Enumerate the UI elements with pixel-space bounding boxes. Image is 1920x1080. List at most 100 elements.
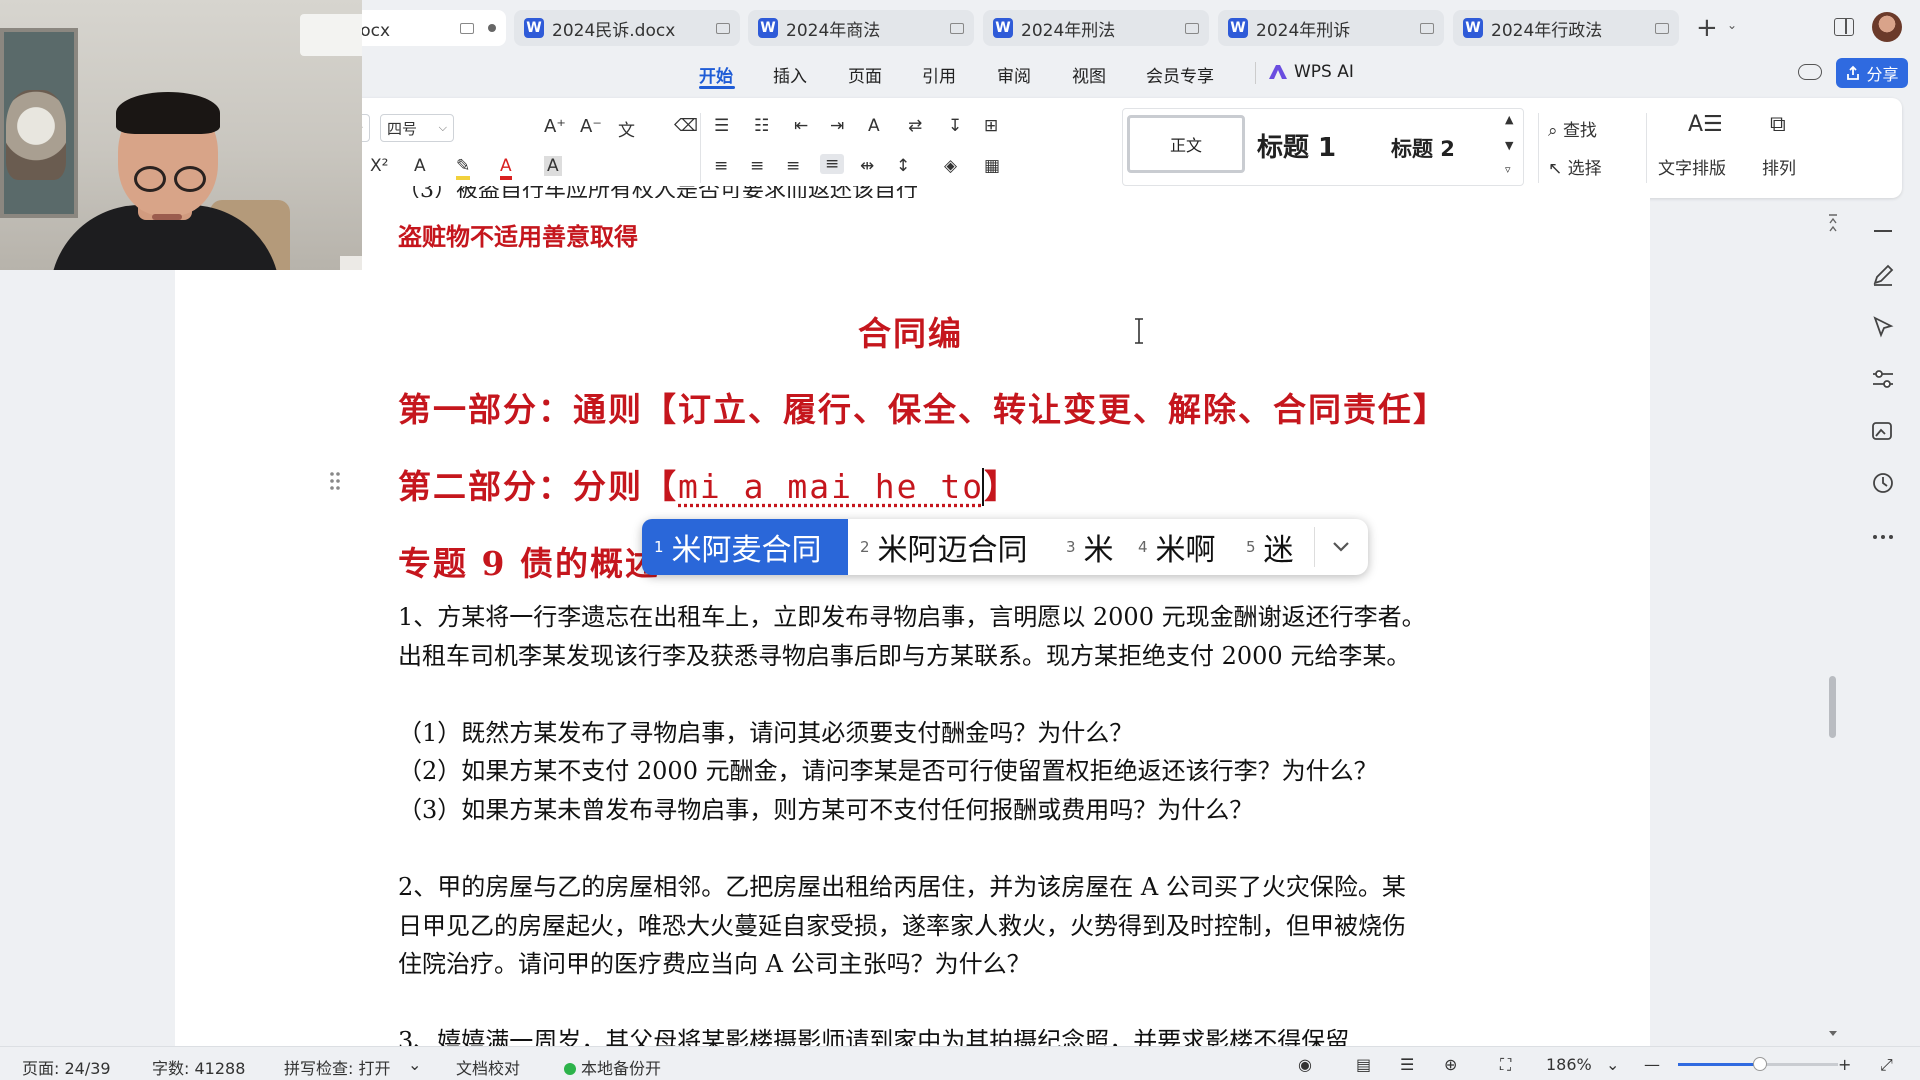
page-indicator[interactable]: 页面: 24/39: [22, 1055, 111, 1079]
ime-candidate-4[interactable]: 4 米啊: [1138, 519, 1216, 575]
borders-icon[interactable]: ▦: [984, 156, 1000, 176]
history-icon[interactable]: [1870, 470, 1896, 496]
tab-xingzhengfa[interactable]: W 2024年行政法: [1453, 10, 1679, 46]
style-more-icon[interactable]: ▿: [1505, 163, 1511, 176]
settings-sliders-icon[interactable]: [1870, 366, 1896, 392]
outline-view-icon[interactable]: ☰: [1400, 1055, 1414, 1074]
wps-ai-icon: [1269, 65, 1287, 79]
part2-heading[interactable]: 第二部分：分则【mi a mai he to】: [398, 460, 1019, 508]
scrollbar-thumb[interactable]: [1829, 676, 1836, 738]
grow-font-icon[interactable]: A⁺: [544, 116, 566, 137]
zoom-slider-knob[interactable]: [1752, 1057, 1767, 1071]
decrease-indent-icon[interactable]: ⇤: [794, 116, 808, 136]
bullet-list-icon[interactable]: ☰: [714, 116, 729, 136]
drag-handle-icon[interactable]: [329, 470, 341, 492]
tab-xingfa[interactable]: W 2024年刑法: [983, 10, 1209, 46]
pen-icon[interactable]: [1870, 262, 1896, 288]
column-border-icon[interactable]: ⊞: [984, 116, 998, 136]
menu-member[interactable]: 会员专享: [1146, 62, 1214, 87]
font-size-select[interactable]: 四号 ⌵: [380, 114, 454, 142]
justify-icon[interactable]: ≡: [820, 154, 845, 174]
chevron-down-icon[interactable]: ⌄: [408, 1055, 421, 1074]
text-effect-icon[interactable]: A: [414, 156, 426, 176]
webcam-person-mouth: [152, 214, 182, 220]
cloud-icon[interactable]: [1798, 64, 1822, 80]
menu-review[interactable]: 审阅: [997, 62, 1031, 87]
style-heading-1[interactable]: 标题 1: [1257, 127, 1336, 164]
sidebar-toggle-icon[interactable]: [1834, 18, 1854, 36]
ime-candidate-5[interactable]: 5 迷: [1246, 519, 1294, 575]
ime-candidate-3[interactable]: 3 米: [1066, 519, 1114, 575]
zoom-out-icon[interactable]: —: [1644, 1055, 1660, 1074]
ime-candidate-1[interactable]: 1 米阿麦合同: [642, 519, 848, 575]
shrink-font-icon[interactable]: A⁻: [580, 116, 602, 137]
pointer-icon[interactable]: [1870, 314, 1896, 340]
shading-icon[interactable]: ◈: [944, 156, 957, 176]
chevron-down-icon[interactable]: ⌄: [1606, 1055, 1619, 1074]
wps-writer-icon: W: [1228, 18, 1248, 38]
doc-proofread-button[interactable]: 文档校对: [456, 1055, 520, 1079]
chevron-down-icon[interactable]: ▼: [1505, 139, 1513, 152]
word-count[interactable]: 字数: 41288: [152, 1055, 245, 1079]
new-tab-plus-icon[interactable]: +: [1696, 14, 1718, 42]
align-center-icon[interactable]: ≡: [750, 156, 764, 176]
scroll-top-icon[interactable]: [1828, 210, 1838, 240]
chevron-up-icon[interactable]: ▲: [1505, 113, 1513, 126]
zoom-level[interactable]: 186%: [1546, 1055, 1592, 1074]
phonetic-guide-icon[interactable]: 文: [618, 116, 635, 141]
line-spacing-icon[interactable]: ↕: [896, 156, 910, 176]
local-backup-status[interactable]: 本地备份开: [564, 1055, 661, 1079]
style-heading-2[interactable]: 标题 2: [1391, 133, 1455, 163]
monitor-icon: [460, 22, 474, 34]
vertical-scrollbar[interactable]: [1828, 210, 1836, 1040]
ime-candidate-2[interactable]: 2 米阿迈合同: [860, 519, 1028, 575]
spell-check-toggle[interactable]: 拼写检查: 打开: [284, 1055, 390, 1079]
char-shading-icon[interactable]: A: [544, 156, 562, 176]
fullscreen-icon[interactable]: ⤢: [1880, 1055, 1893, 1075]
menu-wps-ai[interactable]: WPS AI: [1294, 62, 1354, 82]
eye-icon[interactable]: ◉: [1298, 1055, 1312, 1074]
arrange-button[interactable]: 排列: [1762, 154, 1796, 179]
fit-page-icon[interactable]: ⛶: [1500, 1055, 1511, 1075]
text-direction-icon[interactable]: A: [868, 116, 880, 136]
style-normal[interactable]: 正文: [1127, 115, 1245, 173]
clear-format-icon[interactable]: ⌫: [674, 116, 698, 136]
find-button[interactable]: ⌕ 查找: [1548, 116, 1597, 141]
page-view-icon[interactable]: ▤: [1356, 1055, 1371, 1074]
align-right-icon[interactable]: ≡: [786, 156, 800, 176]
minimize-panel-icon[interactable]: [1870, 218, 1896, 244]
local-backup-label: 本地备份开: [581, 1059, 662, 1078]
menu-insert[interactable]: 插入: [773, 62, 807, 87]
tab-minsu[interactable]: W 2024民诉.docx: [514, 10, 740, 46]
select-button[interactable]: ↖ 选择: [1548, 154, 1602, 179]
tab-shangfa[interactable]: W 2024年商法: [748, 10, 974, 46]
chevron-down-icon[interactable]: ⌄: [1727, 18, 1737, 32]
highlight-icon[interactable]: ✎: [456, 156, 471, 180]
more-icon[interactable]: [1870, 524, 1896, 550]
image-edit-icon[interactable]: [1870, 418, 1896, 444]
distribute-icon[interactable]: ⇹: [860, 156, 874, 176]
tab-xingsu[interactable]: W 2024年刑诉: [1218, 10, 1444, 46]
section-title: 合同编: [858, 314, 963, 353]
topic-heading: 专题 9 债的概述: [398, 544, 660, 583]
candidate-number: 2: [860, 538, 870, 556]
menu-view[interactable]: 视图: [1072, 62, 1106, 87]
sort-icon[interactable]: ↧: [948, 116, 962, 136]
chevron-down-icon[interactable]: [1328, 533, 1354, 559]
swap-icon[interactable]: ⇄: [908, 116, 922, 136]
text-layout-button[interactable]: 文字排版: [1658, 154, 1726, 179]
font-color-icon[interactable]: A: [500, 156, 512, 180]
avatar[interactable]: [1872, 12, 1902, 42]
numbered-list-icon[interactable]: ☷: [754, 116, 769, 136]
increase-indent-icon[interactable]: ⇥: [830, 116, 844, 136]
question-1: （1）既然方某发布了寻物启事，请问其必须要支付酬金吗？为什么？: [398, 719, 1134, 747]
menu-home[interactable]: 开始: [699, 62, 733, 87]
superscript-icon[interactable]: X²: [370, 156, 388, 176]
scroll-down-icon[interactable]: [1828, 1028, 1838, 1038]
align-left-icon[interactable]: ≡: [714, 156, 728, 176]
menu-references[interactable]: 引用: [922, 62, 956, 87]
web-view-icon[interactable]: ⊕: [1444, 1055, 1457, 1074]
zoom-in-icon[interactable]: +: [1838, 1055, 1851, 1074]
share-button[interactable]: 分享: [1836, 58, 1908, 88]
menu-page[interactable]: 页面: [848, 62, 882, 87]
